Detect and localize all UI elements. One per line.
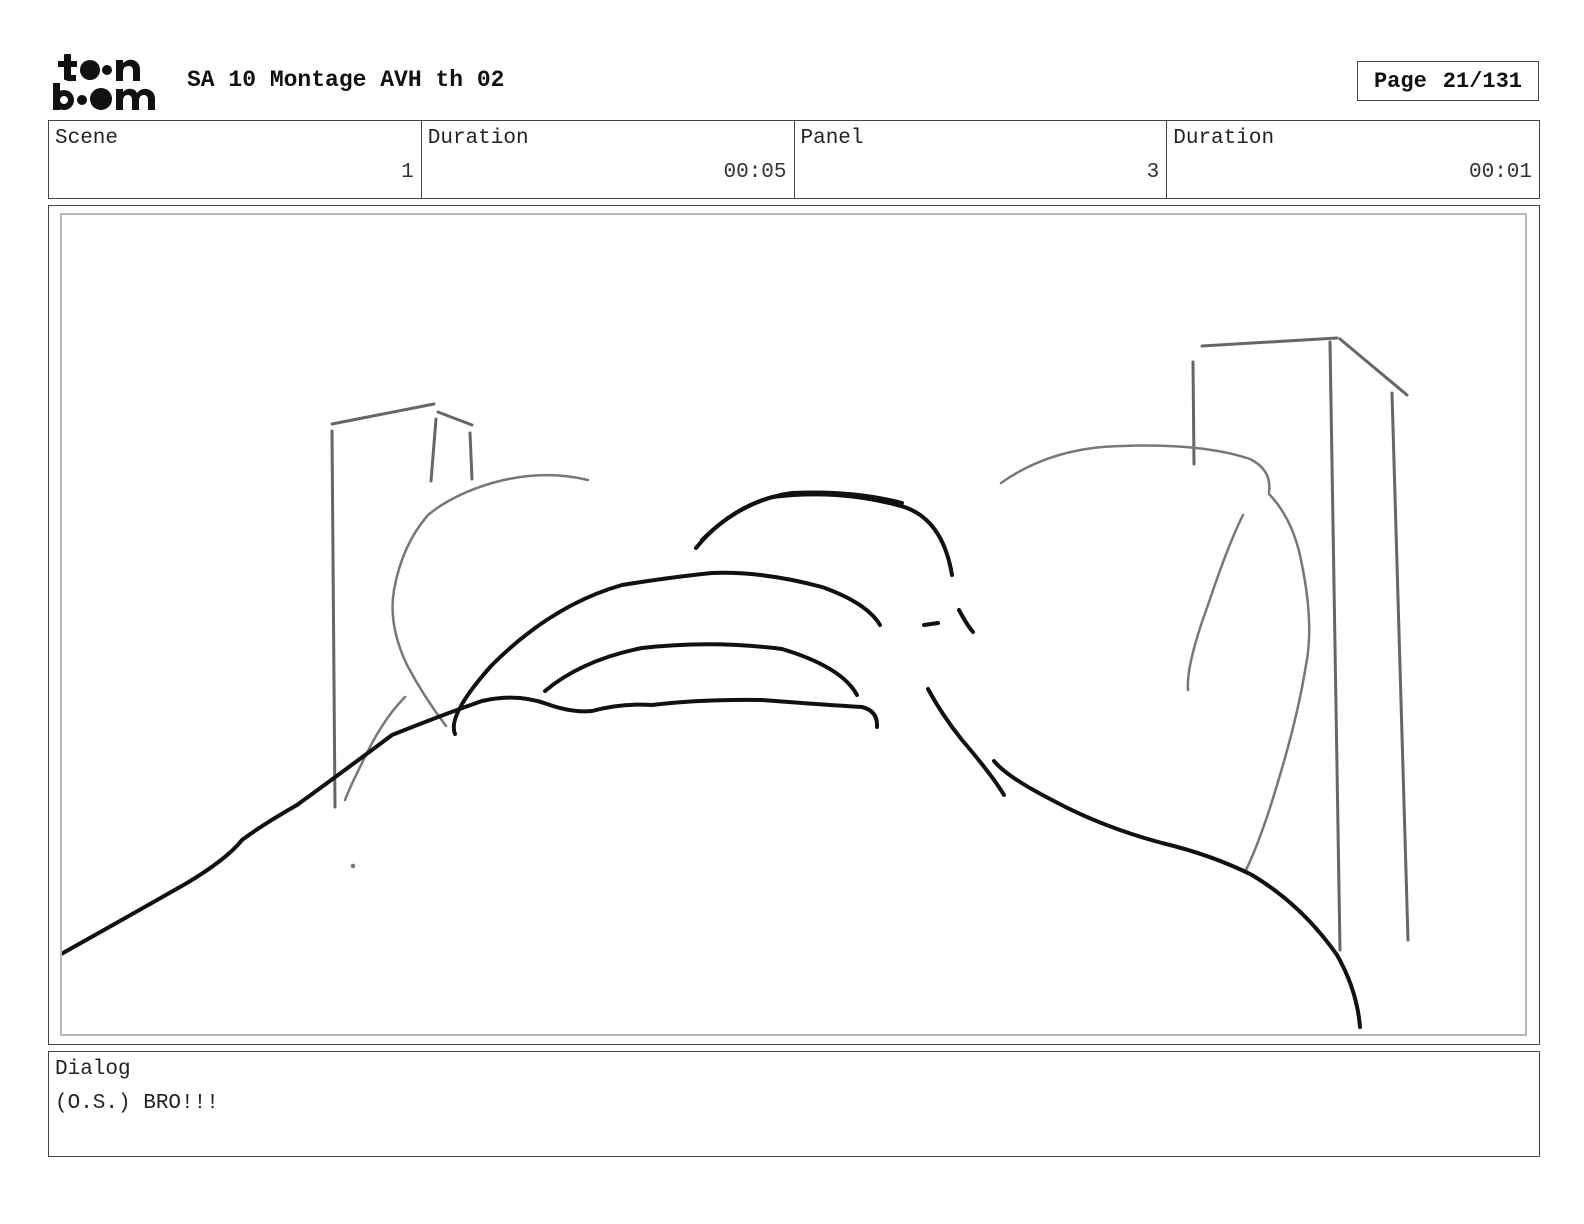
storyboard-panel-frame (48, 205, 1540, 1045)
panel-label: Panel (800, 127, 864, 150)
page-number: 21/131 (1442, 68, 1523, 94)
panel-duration-value: 00:01 (1468, 161, 1532, 184)
dialog-label: Dialog (55, 1058, 131, 1081)
scene-duration-value: 00:05 (723, 161, 787, 184)
scene-info-row: Scene 1 Duration 00:05 Panel 3 Duration … (48, 120, 1540, 199)
dialog-text: (O.S.) BRO!!! (55, 1092, 219, 1115)
scene-label: Scene (55, 127, 119, 150)
panel-duration-cell: Duration 00:01 (1167, 121, 1539, 198)
panel-duration-label: Duration (1173, 127, 1275, 150)
dialog-box: Dialog (O.S.) BRO!!! (48, 1051, 1540, 1157)
head-sketch (451, 490, 1006, 797)
left-arm-sketch (343, 473, 590, 869)
scene-duration-cell: Duration 00:05 (422, 121, 795, 198)
sketch-drawing (62, 336, 1410, 1029)
storyboard-title: SA 10 Montage AVH th 02 (187, 67, 505, 93)
panel-cell: Panel 3 (795, 121, 1168, 198)
scene-cell: Scene 1 (49, 121, 422, 198)
scene-value: 1 (401, 161, 414, 184)
page-indicator: Page 21/131 (1357, 61, 1539, 101)
right-building-sketch (1191, 336, 1410, 952)
page-label: Page (1373, 68, 1427, 94)
storyboard-panel (60, 213, 1527, 1036)
foreground-body-sketch (62, 695, 1362, 1029)
right-arm-sketch (999, 444, 1311, 872)
scene-duration-label: Duration (427, 127, 529, 150)
left-building-sketch (330, 402, 474, 809)
toonboom-logo (50, 50, 166, 112)
panel-value: 3 (1146, 161, 1160, 184)
